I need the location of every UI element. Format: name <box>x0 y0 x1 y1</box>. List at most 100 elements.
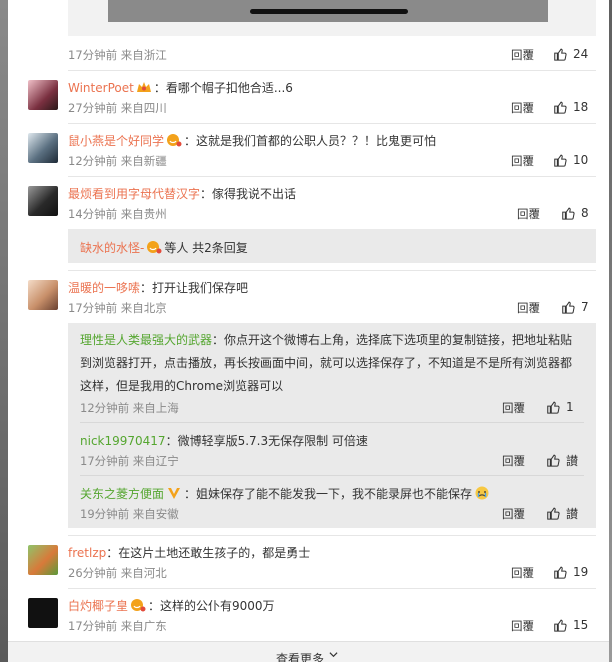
divider <box>68 588 596 589</box>
reply-button[interactable]: 回覆 <box>502 453 525 469</box>
like-count: 18 <box>573 100 589 114</box>
thumbs-up-icon <box>554 619 567 632</box>
reply-summary-text: 等人 共2条回复 <box>164 241 248 255</box>
divider <box>80 475 584 476</box>
reply-text: ：微博轻享版5.7.3无保存限制 可倍速 <box>165 434 368 448</box>
avatar[interactable] <box>28 80 58 110</box>
reply-text-line-3: 这样，但是我用的Chrome浏览器可以 <box>80 379 284 393</box>
reply-button[interactable]: 回覆 <box>511 565 534 581</box>
comment-text: ：打开让我们保存吧 <box>140 281 249 295</box>
reply-button[interactable]: 回覆 <box>511 47 534 63</box>
avatar[interactable] <box>28 280 58 310</box>
avatar[interactable] <box>28 186 58 216</box>
nested-replies: 理性是人类最强大的武器：你点开这个微博右上角，选择底下选项里的复制链接，把地址粘… <box>68 323 596 528</box>
comment-text: ：这就是我们首都的公职人员？？！比鬼更可怕 <box>184 134 437 148</box>
username-link[interactable]: 最烦看到用字母代替汉字 <box>68 187 200 201</box>
divider <box>68 270 596 271</box>
username-link[interactable]: 关东之菱方便面 <box>80 487 164 501</box>
comment-body: WinterPoet ：看哪个帽子扣他合适...6 <box>68 79 293 96</box>
reply-summary-box[interactable]: 缺水的水怪- 等人 共2条回复 <box>68 229 596 263</box>
post-meta: 17分钟前 来自浙江 <box>68 48 167 62</box>
reply-meta: 19分钟前 来自安徽 <box>80 507 179 521</box>
like-button[interactable]: 18 <box>553 99 588 115</box>
username-link[interactable]: fretlzp <box>68 546 106 560</box>
reply-button[interactable]: 回覆 <box>511 153 534 169</box>
comment-meta: 17分钟前 来自北京 <box>68 301 167 315</box>
like-button[interactable]: 讃 <box>546 505 578 521</box>
thumbs-up-icon <box>554 48 567 61</box>
reply-summary[interactable]: 缺水的水怪- 等人 共2条回复 <box>80 239 248 256</box>
see-more-bar[interactable]: 查看更多 <box>8 641 609 662</box>
thumbs-up-icon <box>562 301 575 314</box>
reply-body: 关东之菱方便面 ：姐妹保存了能不能发我一下，我不能录屏也不能保存 <box>80 485 492 502</box>
like-button[interactable]: 8 <box>561 205 589 221</box>
reply-button[interactable]: 回覆 <box>517 206 540 222</box>
like-button[interactable]: 24 <box>553 46 588 62</box>
comment-meta: 17分钟前 来自广东 <box>68 619 167 633</box>
chevron-down-icon <box>329 652 338 658</box>
thumbs-up-icon <box>547 507 560 520</box>
reply-text: ：姐妹保存了能不能发我一下，我不能录屏也不能保存 <box>184 487 473 501</box>
thumbs-up-icon <box>547 454 560 467</box>
like-count: 24 <box>573 47 589 61</box>
see-more-label[interactable]: 查看更多 <box>276 650 324 662</box>
username-link[interactable]: 白灼椰子皇 <box>68 599 128 613</box>
reply-text-line-2: 到浏览器打开，点击播放，再长按画面中间，就可以选择保存了，不知道是不是所有浏览器… <box>80 356 573 370</box>
thumbs-up-icon <box>547 401 560 414</box>
reply-button[interactable]: 回覆 <box>517 300 540 316</box>
avatar[interactable] <box>28 598 58 628</box>
like-count: 10 <box>573 153 589 167</box>
avatar[interactable] <box>28 545 58 575</box>
like-button[interactable]: 7 <box>561 299 589 315</box>
like-button[interactable]: 1 <box>546 399 574 415</box>
comment-body: 温暖的一哆嗦：打开让我们保存吧 <box>68 279 248 296</box>
username-link[interactable]: 缺水的水怪- <box>80 241 144 255</box>
comment-text: ：在这片土地还敢生孩子的，都是勇士 <box>106 546 311 560</box>
username-link[interactable]: 理性是人类最强大的武器 <box>80 333 212 347</box>
divider <box>68 535 596 536</box>
fan-badge-icon <box>167 134 182 147</box>
like-count: 19 <box>573 565 589 579</box>
fan-badge-icon <box>147 241 162 254</box>
comment-text: ：看哪个帽子扣他合适...6 <box>153 81 293 95</box>
like-button[interactable]: 19 <box>553 564 588 580</box>
reply-button[interactable]: 回覆 <box>511 100 534 116</box>
thumbs-up-icon <box>554 101 567 114</box>
comment-body: 白灼椰子皇 ：这样的公仆有9000万 <box>68 597 275 614</box>
fan-badge-icon <box>131 599 146 612</box>
reply-meta: 17分钟前 来自辽宁 <box>80 454 179 468</box>
divider <box>80 422 584 423</box>
username-link[interactable]: nick19970417 <box>80 434 166 448</box>
reply-meta: 12分钟前 来自上海 <box>80 401 179 415</box>
divider <box>68 176 596 177</box>
reply-button[interactable]: 回覆 <box>511 618 534 634</box>
username-link[interactable]: 鼠小燕是个好同学 <box>68 134 164 148</box>
comment-meta: 12分钟前 来自新疆 <box>68 154 167 168</box>
avatar[interactable] <box>28 133 58 163</box>
username-link[interactable]: 温暖的一哆嗦 <box>68 281 140 295</box>
comment-feed: 17分钟前 来自浙江 回覆 24 WinterPoet ：看哪个帽子扣他合适...… <box>8 0 609 662</box>
like-button[interactable]: 15 <box>553 617 588 633</box>
reply-button[interactable]: 回覆 <box>502 506 525 522</box>
comment-body: fretlzp：在这片土地还敢生孩子的，都是勇士 <box>68 544 310 561</box>
reply-button[interactable]: 回覆 <box>502 400 525 416</box>
thumbs-up-icon <box>562 207 575 220</box>
username-link[interactable]: WinterPoet <box>68 81 134 95</box>
like-count: 1 <box>566 400 574 414</box>
like-label: 讃 <box>566 506 579 521</box>
comment-text: ：这样的公仆有9000万 <box>148 599 275 613</box>
like-button[interactable]: 讃 <box>546 452 578 468</box>
divider <box>68 70 596 71</box>
reply-body: 理性是人类最强大的武器：你点开这个微博右上角，选择底下选项里的复制链接，把地址粘… <box>80 329 584 398</box>
comment-text: ：傢得我说不出话 <box>200 187 297 201</box>
crying-emoji-icon <box>475 486 489 500</box>
comment-meta: 26分钟前 来自河北 <box>68 566 167 580</box>
thumbs-up-icon <box>554 154 567 167</box>
like-button[interactable]: 10 <box>553 152 588 168</box>
v-badge-icon <box>168 488 181 499</box>
video-progress-bar[interactable] <box>250 9 408 14</box>
divider <box>68 123 596 124</box>
comment-body: 鼠小燕是个好同学 ：这就是我们首都的公职人员？？！比鬼更可怕 <box>68 132 436 149</box>
like-count: 8 <box>581 206 589 220</box>
comment-meta: 27分钟前 来自四川 <box>68 101 167 115</box>
